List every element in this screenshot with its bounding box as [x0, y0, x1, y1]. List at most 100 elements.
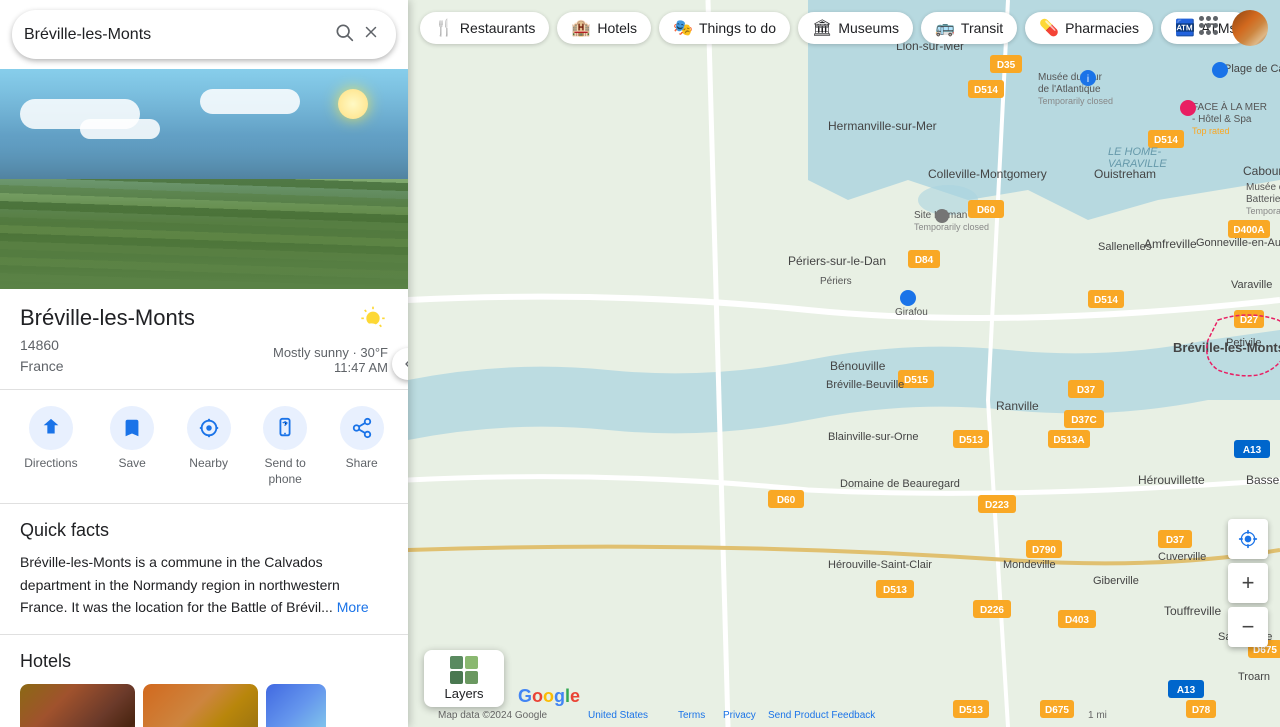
svg-text:Temporarily closed: Temporarily closed — [1246, 206, 1280, 216]
cloud-decoration — [200, 89, 300, 114]
svg-text:A13: A13 — [1243, 445, 1262, 456]
share-icon — [340, 406, 384, 450]
svg-text:Giberville: Giberville — [1093, 575, 1139, 587]
hero-image[interactable] — [0, 69, 408, 289]
svg-text:Top rated: Top rated — [1192, 126, 1230, 136]
my-location-button[interactable] — [1228, 519, 1268, 559]
send-to-phone-label: Send to phone — [264, 456, 305, 487]
svg-text:D84: D84 — [915, 255, 934, 266]
svg-text:Bénouville: Bénouville — [830, 359, 886, 373]
map-controls: + − — [1228, 519, 1268, 647]
save-icon — [110, 406, 154, 450]
weather-icon — [348, 305, 388, 345]
svg-text:Bréville-Beuville: Bréville-Beuville — [826, 379, 904, 391]
hotels-title: Hotels — [20, 651, 388, 672]
hotel-card[interactable]: $120 — [266, 684, 326, 727]
country: France — [20, 356, 195, 377]
zoom-in-button[interactable]: + — [1228, 563, 1268, 603]
hotels-list: $89 $294 $120 — [20, 684, 388, 727]
svg-text:D37: D37 — [1077, 385, 1096, 396]
svg-text:Touffreville: Touffreville — [1164, 604, 1221, 618]
svg-text:de l'Atlantique: de l'Atlantique — [1038, 84, 1101, 95]
user-avatar[interactable] — [1232, 10, 1268, 46]
svg-text:1 mi: 1 mi — [1088, 710, 1107, 721]
postal-code: 14860 — [20, 335, 195, 356]
filter-transit[interactable]: 🚌 Transit — [921, 12, 1017, 44]
layers-button[interactable]: Layers — [424, 650, 504, 707]
hotels-label: Hotels — [597, 20, 637, 36]
sun-decoration — [338, 89, 368, 119]
map-area[interactable]: D514 D514 D514 D84 D515 D513 D513A D37 D… — [408, 0, 1280, 727]
save-button[interactable]: Save — [102, 402, 162, 491]
svg-text:D223: D223 — [985, 500, 1009, 511]
svg-text:D60: D60 — [777, 495, 796, 506]
filter-hotels[interactable]: 🏨 Hotels — [557, 12, 651, 44]
museums-icon: 🏛 — [812, 18, 832, 38]
svg-text:Mondeville: Mondeville — [1003, 559, 1056, 571]
directions-icon — [29, 406, 73, 450]
send-to-phone-button[interactable]: Send to phone — [255, 402, 315, 491]
svg-text:Privacy: Privacy — [723, 710, 756, 721]
hotels-icon: 🏨 — [571, 18, 591, 38]
search-button[interactable] — [330, 18, 358, 51]
share-button[interactable]: Share — [332, 402, 392, 491]
transit-icon: 🚌 — [935, 18, 955, 38]
svg-text:Troarn: Troarn — [1238, 671, 1270, 683]
svg-text:Blainville-sur-Orne: Blainville-sur-Orne — [828, 431, 918, 443]
filter-things-to-do[interactable]: 🎭 Things to do — [659, 12, 790, 44]
quick-facts-text: Bréville-les-Monts is a commune in the C… — [20, 551, 388, 618]
svg-text:D37: D37 — [1166, 535, 1185, 546]
svg-text:Send Product Feedback: Send Product Feedback — [768, 710, 876, 721]
send-to-phone-icon — [263, 406, 307, 450]
weather-description: Mostly sunny · 30°F — [273, 345, 388, 360]
layers-label: Layers — [444, 686, 483, 701]
place-meta: 14860 France — [20, 335, 195, 377]
hotel-card[interactable]: $294 — [143, 684, 258, 727]
svg-text:Hérouvillette: Hérouvillette — [1138, 473, 1205, 487]
search-input[interactable]: Bréville-les-Monts — [24, 26, 330, 44]
filter-museums[interactable]: 🏛 Museums — [798, 12, 913, 44]
svg-text:Hermanville-sur-Mer: Hermanville-sur-Mer — [828, 119, 937, 133]
apps-menu-button[interactable] — [1193, 10, 1224, 41]
apps-grid-icon — [1199, 16, 1218, 35]
svg-text:Plage de Cabourg: Plage de Cabourg — [1224, 63, 1280, 75]
svg-text:United States: United States — [588, 710, 648, 721]
search-bar: Bréville-les-Monts — [12, 10, 396, 59]
svg-text:VARAVILLE: VARAVILLE — [1108, 158, 1167, 170]
zoom-out-button[interactable]: − — [1228, 607, 1268, 647]
directions-label: Directions — [24, 456, 77, 472]
svg-text:Varaville: Varaville — [1231, 279, 1272, 291]
svg-text:Batterie de Merville: Batterie de Merville — [1246, 194, 1280, 205]
pharmacies-label: Pharmacies — [1065, 20, 1139, 36]
directions-button[interactable]: Directions — [16, 402, 85, 491]
svg-text:D675: D675 — [1045, 705, 1069, 716]
svg-text:D226: D226 — [980, 605, 1004, 616]
share-label: Share — [346, 456, 378, 472]
things-to-do-icon: 🎭 — [673, 18, 693, 38]
svg-text:D513A: D513A — [1053, 435, 1084, 446]
clear-search-button[interactable] — [358, 19, 384, 50]
svg-text:Domaine de Beauregard: Domaine de Beauregard — [840, 478, 960, 490]
svg-text:D35: D35 — [997, 60, 1016, 71]
hotel-card[interactable]: $89 — [20, 684, 135, 727]
more-link[interactable]: More — [337, 599, 369, 615]
filter-pharmacies[interactable]: 💊 Pharmacies — [1025, 12, 1153, 44]
filter-restaurants[interactable]: 🍴 Restaurants — [420, 12, 549, 44]
svg-text:D37C: D37C — [1071, 415, 1097, 426]
nearby-button[interactable]: Nearby — [179, 402, 239, 491]
svg-text:Amfreville: Amfreville — [1144, 237, 1197, 251]
svg-text:Petivile: Petivile — [1226, 337, 1261, 349]
svg-text:D400A: D400A — [1233, 225, 1264, 236]
restaurants-label: Restaurants — [460, 20, 535, 36]
svg-text:D513: D513 — [959, 705, 983, 716]
svg-text:D403: D403 — [1065, 615, 1089, 626]
left-panel: Bréville-les-Monts Bréville-les-Monts — [0, 0, 408, 727]
svg-text:i: i — [1087, 74, 1089, 85]
quick-facts-title: Quick facts — [20, 520, 388, 541]
svg-text:D790: D790 — [1032, 545, 1056, 556]
svg-text:Gonneville-en-Auge: Gonneville-en-Auge — [1196, 237, 1280, 249]
svg-text:D78: D78 — [1192, 705, 1211, 716]
svg-text:Basseneville: Basseneville — [1246, 473, 1280, 487]
svg-text:Cabourg: Cabourg — [1243, 164, 1280, 178]
svg-text:Hérouville-Saint-Clair: Hérouville-Saint-Clair — [828, 559, 932, 571]
